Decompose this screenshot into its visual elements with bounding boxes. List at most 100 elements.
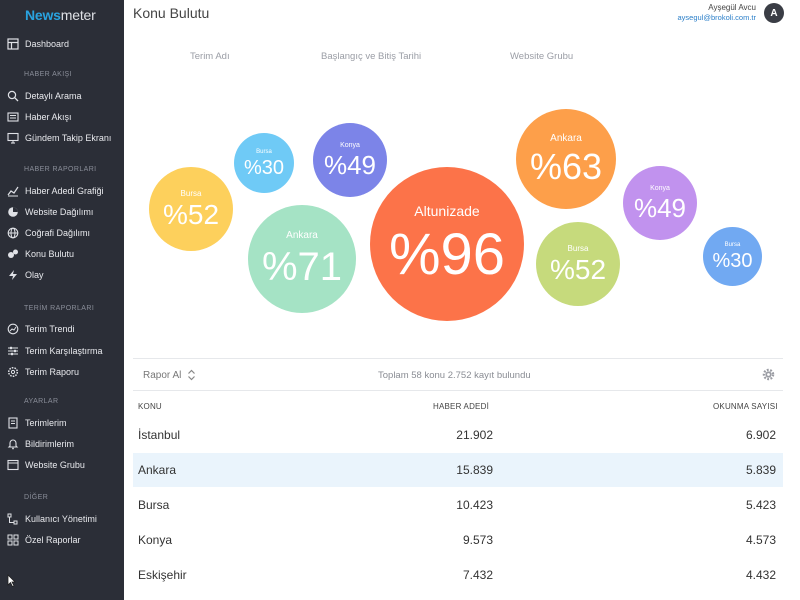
topic-bubble[interactable]: Ankara %71 xyxy=(248,205,356,313)
cell-okunma-sayisi: 4.432 xyxy=(745,568,776,582)
topic-bubble[interactable]: Konya %49 xyxy=(623,166,697,240)
topic-bubble[interactable]: Bursa %52 xyxy=(149,167,233,251)
column-header-haber-adedi[interactable]: HABER ADEDİ xyxy=(433,402,489,411)
sort-chevron-icon xyxy=(188,369,196,381)
sidebar-item-haber-adedi-grafigi[interactable]: Haber Adedi Grafiği xyxy=(6,182,104,200)
sidebar-item-cografi-dagilimi[interactable]: Coğrafi Dağılımı xyxy=(6,224,90,242)
filter-date-range[interactable]: Başlangıç ve Bitiş Tarihi xyxy=(321,51,421,62)
sidebar-item-label: Haber Adedi Grafiği xyxy=(25,186,104,196)
mouse-cursor-icon xyxy=(7,574,16,587)
bubble-percent: %71 xyxy=(261,245,343,289)
newsmeter-logo[interactable]: Newsmeter xyxy=(25,7,96,23)
sidebar-item-label: Gündem Takip Ekranı xyxy=(25,133,112,143)
sidebar-item-label: Dashboard xyxy=(25,39,70,49)
hierarchy-icon xyxy=(6,513,19,526)
sidebar-item-terim-karsilastirma[interactable]: Terim Karşılaştırma xyxy=(6,342,103,360)
topic-bubble[interactable]: Konya %49 xyxy=(313,123,387,197)
sidebar-section-heading: TERİM RAPORLARI xyxy=(24,305,95,312)
sidebar-item-bildirimlerim[interactable]: Bildirimlerim xyxy=(6,435,74,453)
sidebar-item-gundem-takip[interactable]: Gündem Takip Ekranı xyxy=(6,129,111,147)
bubble-label: Bursa xyxy=(567,243,589,253)
sidebar-item-website-grubu[interactable]: Website Grubu xyxy=(6,456,85,474)
bubble-percent: %49 xyxy=(323,150,377,180)
cell-okunma-sayisi: 5.423 xyxy=(745,498,776,512)
sidebar-item-label: Website Grubu xyxy=(25,460,85,470)
cell-haber-adedi: 21.902 xyxy=(456,428,493,442)
sidebar-section-heading: HABER AKIŞI xyxy=(24,71,72,78)
table-row[interactable]: Bursa 10.423 5.423 xyxy=(133,488,783,522)
sidebar-item-label: Konu Bulutu xyxy=(25,249,75,259)
topic-bubble[interactable]: Bursa %52 xyxy=(536,222,620,306)
bell-icon xyxy=(6,438,19,451)
globe-icon xyxy=(6,227,19,240)
grid-icon xyxy=(6,534,19,547)
topic-bubble[interactable]: Bursa %30 xyxy=(234,133,294,193)
settings-gear-icon[interactable] xyxy=(762,368,775,381)
sidebar-section-heading: DİĞER xyxy=(24,494,49,501)
page-title: Konu Bulutu xyxy=(133,5,210,21)
sidebar-item-label: Website Dağılımı xyxy=(25,207,94,217)
sidebar-item-ozel-raporlar[interactable]: Özel Raporlar xyxy=(6,531,81,549)
newspaper-icon xyxy=(6,111,19,124)
sidebar-item-terim-trendi[interactable]: Terim Trendi xyxy=(6,320,75,338)
sidebar-item-olay[interactable]: Olay xyxy=(6,266,44,284)
sidebar-item-haber-akisi[interactable]: Haber Akışı xyxy=(6,108,72,126)
bubble-percent: %49 xyxy=(633,193,687,223)
bubble-percent: %52 xyxy=(549,253,607,285)
cell-haber-adedi: 9.573 xyxy=(462,533,493,547)
flash-icon xyxy=(6,269,19,282)
sidebar-item-label: Olay xyxy=(25,270,44,280)
divider xyxy=(133,358,783,359)
dashboard-icon xyxy=(6,38,19,51)
cell-okunma-sayisi: 4.573 xyxy=(745,533,776,547)
sidebar-section-heading: AYARLAR xyxy=(24,398,59,405)
sidebar-item-label: Haber Akışı xyxy=(25,112,72,122)
sidebar-section-heading: HABER RAPORLARI xyxy=(24,166,97,173)
sidebar-item-kullanici-yonetimi[interactable]: Kullanıcı Yönetimi xyxy=(6,510,97,528)
topic-bubble[interactable]: Ankara %63 xyxy=(516,109,616,209)
table-row[interactable]: Eskişehir 7.432 4.432 xyxy=(133,558,783,592)
sidebar-item-label: Terimlerim xyxy=(25,418,67,428)
cell-haber-adedi: 10.423 xyxy=(456,498,493,512)
column-header-konu[interactable]: KONU xyxy=(138,402,162,411)
sidebar-item-terimlerim[interactable]: Terimlerim xyxy=(6,414,67,432)
user-email[interactable]: aysegul@brokoli.com.tr xyxy=(678,13,756,22)
sidebar-item-label: Coğrafi Dağılımı xyxy=(25,228,91,238)
topic-bubble[interactable]: Bursa %30 xyxy=(703,227,762,286)
table-row[interactable]: İstanbul 21.902 6.902 xyxy=(133,418,783,452)
sidebar-item-label: Terim Karşılaştırma xyxy=(25,346,103,356)
pie-chart-icon xyxy=(6,206,19,219)
cell-haber-adedi: 7.432 xyxy=(462,568,493,582)
sidebar-item-label: Kullanıcı Yönetimi xyxy=(25,514,97,524)
export-report-button[interactable]: Rapor Al xyxy=(143,369,196,381)
sidebar-item-terim-raporu[interactable]: Terim Raporu xyxy=(6,363,79,381)
sidebar-item-konu-bulutu[interactable]: Konu Bulutu xyxy=(6,245,74,263)
table-row[interactable]: Konya 9.573 4.573 xyxy=(133,523,783,557)
cell-konu: Ankara xyxy=(138,463,177,477)
sliders-icon xyxy=(6,345,19,358)
divider xyxy=(133,390,783,391)
bubble-label: Bursa xyxy=(180,188,202,198)
line-chart-icon xyxy=(6,185,19,198)
bubble-percent: %52 xyxy=(162,198,220,230)
topic-bubble[interactable]: Altunizade %96 xyxy=(370,167,524,321)
document-icon xyxy=(6,417,19,430)
sidebar-item-detayli-arama[interactable]: Detaylı Arama xyxy=(6,87,82,105)
sidebar: Newsmeter Dashboard HABER AKIŞI Detaylı … xyxy=(0,0,124,600)
bubble-percent: %30 xyxy=(243,156,285,179)
sidebar-item-label: Terim Trendi xyxy=(25,324,75,334)
filter-terim-adi[interactable]: Terim Adı xyxy=(190,51,230,62)
cell-konu: Konya xyxy=(138,533,173,547)
table-row[interactable]: Ankara 15.839 5.839 xyxy=(133,453,783,487)
export-report-label: Rapor Al xyxy=(143,369,182,381)
sidebar-item-website-dagilimi[interactable]: Website Dağılımı xyxy=(6,203,93,221)
trend-icon xyxy=(6,323,19,336)
cell-okunma-sayisi: 6.902 xyxy=(745,428,776,442)
avatar[interactable]: A xyxy=(764,3,784,23)
result-summary: Toplam 58 konu 2.752 kayıt bulundu xyxy=(378,370,531,381)
column-header-okunma-sayisi[interactable]: OKUNMA SAYISI xyxy=(713,402,778,411)
bubble-label: Bursa xyxy=(724,242,741,248)
sidebar-item-dashboard[interactable]: Dashboard xyxy=(6,35,69,53)
user-name: Ayşegül Avcu xyxy=(708,3,756,12)
filter-website-grubu[interactable]: Website Grubu xyxy=(510,51,573,62)
